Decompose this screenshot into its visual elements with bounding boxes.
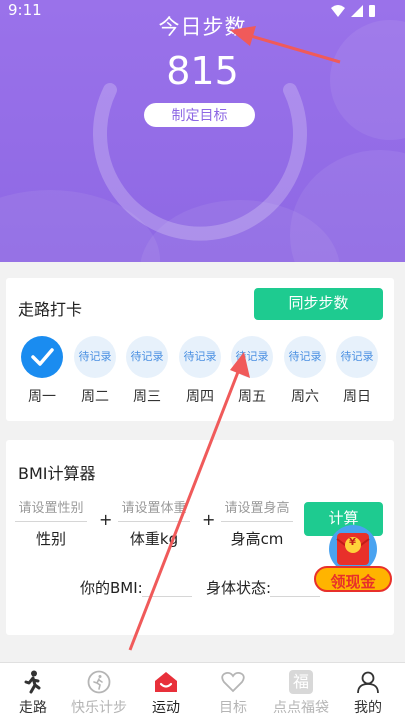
heart-icon xyxy=(200,669,266,695)
weight-input[interactable]: 请设置体重 xyxy=(118,497,190,517)
day-tuesday[interactable]: 待记录 周二 xyxy=(69,336,121,406)
nav-fortune-bag[interactable]: 福 点点福袋 xyxy=(268,669,334,714)
home-sport-icon xyxy=(133,669,199,695)
day-status: 待记录 xyxy=(231,336,273,378)
coin-symbol: ¥ xyxy=(349,537,356,548)
day-label: 周一 xyxy=(28,389,56,405)
day-thursday[interactable]: 待记录 周四 xyxy=(174,336,226,406)
nav-mine[interactable]: 我的 xyxy=(335,669,401,714)
day-label: 周六 xyxy=(291,389,319,405)
page-title: 今日步数 xyxy=(158,15,247,39)
bmi-result-label: 你的BMI: xyxy=(80,579,143,597)
nav-label: 运动 xyxy=(152,700,180,714)
check-icon xyxy=(21,336,63,378)
day-status: 待记录 xyxy=(126,336,168,378)
day-saturday[interactable]: 待记录 周六 xyxy=(279,336,331,406)
day-label: 周三 xyxy=(133,389,161,405)
running-circle-icon xyxy=(66,669,132,695)
nav-label: 点点福袋 xyxy=(273,700,329,714)
day-status: 待记录 xyxy=(74,336,116,378)
height-input[interactable]: 请设置身高 xyxy=(221,497,293,517)
nav-label: 我的 xyxy=(354,700,382,714)
set-goal-button[interactable]: 制定目标 xyxy=(144,103,255,127)
day-label: 周五 xyxy=(238,389,266,405)
claim-cash-label: 领现金 xyxy=(330,573,376,591)
weight-label: 体重kg xyxy=(129,530,179,548)
height-field[interactable]: 请设置身高 身高cm xyxy=(221,497,293,549)
step-count: 815 xyxy=(166,49,239,93)
day-friday[interactable]: 待记录 周五 xyxy=(226,336,278,406)
field-underline xyxy=(221,521,293,522)
day-wednesday[interactable]: 待记录 周三 xyxy=(121,336,173,406)
nav-label: 快乐计步 xyxy=(71,700,127,714)
user-icon xyxy=(335,669,401,695)
steps-header: 9:11 今日步数 815 制定目标 xyxy=(0,0,405,262)
day-monday[interactable]: 周一 xyxy=(16,336,68,406)
nav-walk[interactable]: 走路 xyxy=(0,669,66,714)
fortune-bag-icon: 福 xyxy=(268,669,334,695)
nav-label: 目标 xyxy=(219,700,247,714)
checkin-title: 走路打卡 xyxy=(18,300,83,319)
nav-goal[interactable]: 目标 xyxy=(200,669,266,714)
bmi-result-value xyxy=(142,596,192,597)
plus-sign: + xyxy=(99,510,113,529)
height-label: 身高cm xyxy=(230,530,284,548)
walker-icon xyxy=(0,669,66,695)
gender-label: 性别 xyxy=(35,530,66,548)
nav-label: 走路 xyxy=(19,700,47,714)
field-underline xyxy=(15,521,87,522)
walk-checkin-card: 走路打卡 同步步数 周一 待记录 周二 待记录 周三 待记录 周四 待记录 周五… xyxy=(6,278,394,421)
day-label: 周四 xyxy=(186,389,214,405)
body-status-value xyxy=(270,596,320,597)
day-status: 待记录 xyxy=(179,336,221,378)
day-label: 周日 xyxy=(343,389,371,405)
nav-sport[interactable]: 运动 xyxy=(133,669,199,714)
fortune-char: 福 xyxy=(289,670,313,694)
gender-field[interactable]: 请设置性别 性别 xyxy=(15,497,87,549)
day-status: 待记录 xyxy=(284,336,326,378)
body-status-label: 身体状态: xyxy=(206,579,272,597)
plus-sign: + xyxy=(202,510,216,529)
day-sunday[interactable]: 待记录 周日 xyxy=(331,336,383,406)
sync-steps-button[interactable]: 同步步数 xyxy=(254,288,383,320)
bmi-title: BMI计算器 xyxy=(18,464,96,483)
nav-happy-steps[interactable]: 快乐计步 xyxy=(66,669,132,714)
weight-field[interactable]: 请设置体重 体重kg xyxy=(118,497,190,549)
day-label: 周二 xyxy=(81,389,109,405)
bottom-navigation: 走路 快乐计步 运动 目标 福 点点福袋 我的 xyxy=(0,662,405,714)
gender-input[interactable]: 请设置性别 xyxy=(15,497,87,517)
claim-cash-floating-button[interactable]: ¥ 领现金 xyxy=(313,523,393,593)
field-underline xyxy=(118,521,190,522)
day-status: 待记录 xyxy=(336,336,378,378)
